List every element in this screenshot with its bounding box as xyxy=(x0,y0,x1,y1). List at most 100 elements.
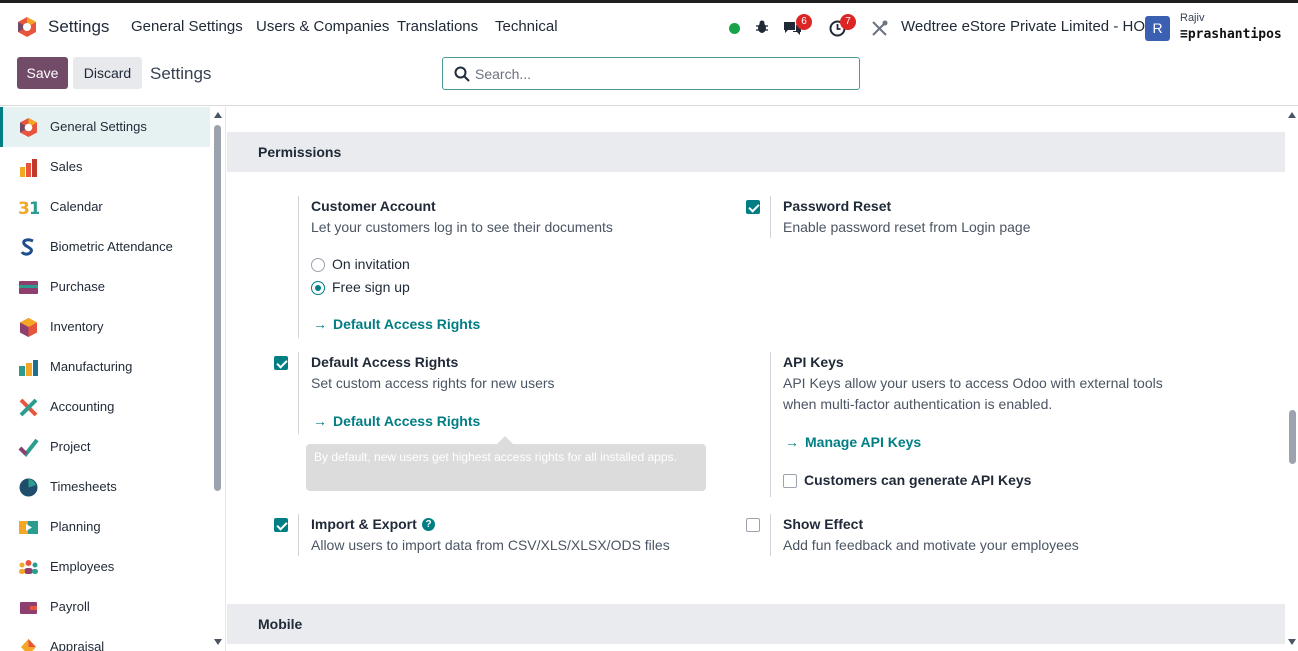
sidebar-item-label: Purchase xyxy=(50,279,105,294)
sidebar-item-label: General Settings xyxy=(50,119,147,134)
user-name[interactable]: Rajiv xyxy=(1180,12,1204,24)
content-scrollbar[interactable] xyxy=(1286,107,1298,651)
radio-on-invitation[interactable] xyxy=(311,258,325,272)
scroll-down-arrow-icon[interactable] xyxy=(213,638,223,646)
customer-account-desc: Let your customers log in to see their d… xyxy=(311,219,613,235)
tooltip-caret xyxy=(497,436,513,444)
sidebar-item-appraisal[interactable]: Appraisal xyxy=(0,627,210,651)
control-panel: Save Discard Settings xyxy=(0,52,1298,106)
sidebar-item-inventory[interactable]: Inventory xyxy=(0,307,210,347)
show-effect-checkbox[interactable] xyxy=(746,518,760,532)
sidebar-item-calendar[interactable]: 3 1 Calendar xyxy=(0,187,210,227)
calendar-31-icon: 3 1 xyxy=(18,199,39,218)
database-icon: ≡ xyxy=(1180,27,1188,42)
password-reset-desc: Enable password reset from Login page xyxy=(783,219,1031,235)
link-label: Default Access Rights xyxy=(333,316,481,332)
tooltip: By default, new users get highest access… xyxy=(306,444,706,491)
section-title: Mobile xyxy=(258,616,303,632)
customer-default-access-rights-link[interactable]: → Default Access Rights xyxy=(313,316,480,332)
link-label: Manage API Keys xyxy=(805,434,922,450)
sidebar-item-planning[interactable]: Planning xyxy=(0,507,210,547)
setting-divider xyxy=(770,196,771,238)
radio-label-free-sign-up[interactable]: Free sign up xyxy=(332,279,410,295)
sidebar-item-project[interactable]: Project xyxy=(0,427,210,467)
database-label: prashantipos xyxy=(1187,27,1282,42)
scroll-up-arrow-icon[interactable] xyxy=(213,111,223,119)
user-avatar[interactable]: R xyxy=(1145,16,1170,41)
menu-users-companies[interactable]: Users & Companies xyxy=(256,18,389,35)
help-question-icon[interactable]: ? xyxy=(422,518,435,531)
import-export-title: Import & Export xyxy=(311,516,417,532)
content-scroll-thumb[interactable] xyxy=(1289,410,1296,464)
password-reset-checkbox[interactable] xyxy=(746,200,760,214)
arrow-right-icon: → xyxy=(313,413,327,429)
setting-divider xyxy=(298,196,299,338)
api-keys-desc-line1: API Keys allow your users to access Odoo… xyxy=(783,375,1163,391)
section-header-mobile: Mobile xyxy=(227,604,1285,644)
show-effect-title: Show Effect xyxy=(783,516,864,532)
default-access-rights-link[interactable]: → Default Access Rights xyxy=(313,413,480,429)
sidebar-item-payroll[interactable]: Payroll xyxy=(0,587,210,627)
sidebar-item-label: Appraisal xyxy=(50,639,105,651)
radio-free-sign-up[interactable] xyxy=(311,281,325,295)
section-header-permissions: Permissions xyxy=(227,132,1285,172)
search-box[interactable] xyxy=(442,57,860,90)
sidebar-item-manufacturing[interactable]: Manufacturing xyxy=(0,347,210,387)
timesheets-clock-icon xyxy=(19,478,38,497)
top-navbar: Settings General Settings Users & Compan… xyxy=(0,0,1298,52)
sidebar-item-label: Biometric Attendance xyxy=(50,239,173,254)
appraisal-icon xyxy=(21,639,36,651)
customer-account-title: Customer Account xyxy=(311,198,436,214)
setting-divider xyxy=(770,352,771,497)
sidebar-item-label: Inventory xyxy=(50,319,104,334)
menu-technical[interactable]: Technical xyxy=(495,18,558,35)
sidebar-item-employees[interactable]: Employees xyxy=(0,547,210,587)
arrow-right-icon: → xyxy=(785,434,799,450)
menu-translations[interactable]: Translations xyxy=(397,18,478,35)
sidebar-item-accounting[interactable]: Accounting xyxy=(0,387,210,427)
search-icon xyxy=(454,66,470,82)
import-export-desc: Allow users to import data from CSV/XLS/… xyxy=(311,537,670,553)
sidebar-scroll-thumb[interactable] xyxy=(214,125,221,491)
sidebar-item-label: Project xyxy=(50,439,91,454)
sidebar-item-purchase[interactable]: Purchase xyxy=(0,267,210,307)
sidebar-item-label: Calendar xyxy=(50,199,103,214)
sidebar-item-general-settings[interactable]: General Settings xyxy=(0,107,210,147)
customers-api-keys-checkbox[interactable] xyxy=(783,474,797,488)
project-check-icon xyxy=(18,438,39,458)
sidebar-item-timesheets[interactable]: Timesheets xyxy=(0,467,210,507)
manage-api-keys-link[interactable]: → Manage API Keys xyxy=(785,434,921,450)
scroll-down-arrow-icon[interactable] xyxy=(1287,638,1297,646)
sidebar-item-label: Sales xyxy=(50,159,83,174)
customers-api-keys-label[interactable]: Customers can generate API Keys xyxy=(804,472,1031,488)
company-switcher[interactable]: Wedtree eStore Private Limited - HO xyxy=(901,18,1145,35)
scroll-up-arrow-icon[interactable] xyxy=(1287,111,1297,119)
default-access-rights-title: Default Access Rights xyxy=(311,354,459,370)
tools-wrench-icon[interactable] xyxy=(871,20,888,37)
payroll-wallet-icon xyxy=(20,602,37,614)
menu-general-settings[interactable]: General Settings xyxy=(131,18,243,35)
search-input[interactable] xyxy=(475,62,845,86)
settings-app-logo-icon[interactable] xyxy=(16,16,38,38)
status-indicator-icon xyxy=(729,23,740,34)
import-export-checkbox[interactable] xyxy=(274,518,288,532)
default-access-rights-checkbox[interactable] xyxy=(274,356,288,370)
accounting-cross-icon xyxy=(19,398,38,417)
sales-chart-icon xyxy=(20,159,37,177)
setting-divider xyxy=(298,514,299,556)
radio-label-on-invitation[interactable]: On invitation xyxy=(332,256,410,272)
app-name[interactable]: Settings xyxy=(48,17,109,37)
discard-button[interactable]: Discard xyxy=(73,57,142,89)
settings-hex-icon xyxy=(20,118,37,137)
debug-bug-icon[interactable] xyxy=(754,19,770,35)
sidebar-scrollbar[interactable] xyxy=(212,107,224,651)
sidebar-item-label: Employees xyxy=(50,559,115,574)
inventory-box-icon xyxy=(20,318,37,337)
sidebar-item-biometric-attendance[interactable]: Biometric Attendance xyxy=(0,227,210,267)
show-effect-desc: Add fun feedback and motivate your emplo… xyxy=(783,537,1079,553)
setting-divider xyxy=(298,352,299,434)
svg-text:1: 1 xyxy=(29,199,39,218)
sidebar-item-label: Timesheets xyxy=(50,479,117,494)
save-button[interactable]: Save xyxy=(17,57,68,89)
sidebar-item-sales[interactable]: Sales xyxy=(0,147,210,187)
